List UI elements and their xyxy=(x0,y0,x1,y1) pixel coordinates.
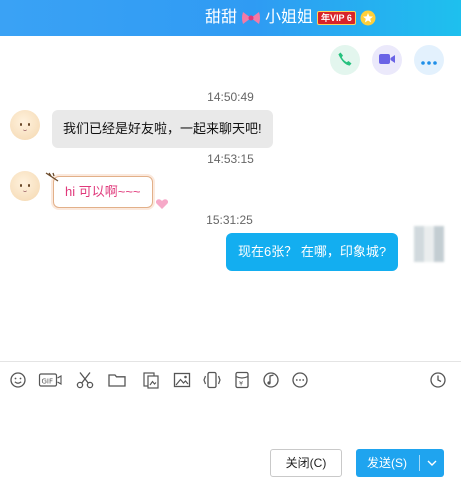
title-bar: 甜甜 小姐姐 年VIP 6 xyxy=(0,0,461,36)
contact-avatar[interactable] xyxy=(10,110,40,140)
emoji-icon[interactable] xyxy=(8,370,28,390)
window-shake-icon[interactable] xyxy=(202,370,222,390)
image-gallery-icon[interactable] xyxy=(141,370,161,390)
contact-title: 甜甜 小姐姐 年VIP 6 xyxy=(205,8,376,28)
message-timestamp: 14:53:15 xyxy=(207,152,254,166)
pink-bow-icon xyxy=(241,10,261,26)
heart-decoration-icon xyxy=(155,198,169,213)
svg-text:¥: ¥ xyxy=(239,380,243,388)
my-avatar[interactable] xyxy=(414,226,444,262)
close-button[interactable]: 关闭(C) xyxy=(270,449,342,477)
message-bubble-incoming[interactable]: 我们已经是好友啦，一起来聊天吧! xyxy=(52,110,273,148)
svg-text:GIF: GIF xyxy=(42,378,54,386)
more-dots-icon xyxy=(421,53,437,68)
message-input[interactable] xyxy=(0,396,461,444)
chevron-down-icon[interactable] xyxy=(420,449,444,477)
message-bubble-outgoing[interactable]: 现在6张？ 在哪，印象城? xyxy=(226,233,399,271)
picture-icon[interactable] xyxy=(172,370,192,390)
more-icon[interactable] xyxy=(290,370,310,390)
more-options-button[interactable] xyxy=(414,45,444,75)
bubble-decoration-icon xyxy=(45,170,59,185)
message-timestamp: 15:31:25 xyxy=(206,213,253,227)
vip-star-icon[interactable] xyxy=(360,10,376,26)
contact-name-part1: 甜甜 xyxy=(205,9,238,26)
phone-icon xyxy=(337,51,353,70)
folder-icon[interactable] xyxy=(107,370,127,390)
video-call-button[interactable] xyxy=(372,45,402,75)
video-camera-icon xyxy=(378,52,396,69)
scissors-icon[interactable] xyxy=(75,370,95,390)
contact-avatar[interactable] xyxy=(10,171,40,201)
input-divider xyxy=(0,361,461,362)
history-clock-icon[interactable] xyxy=(428,370,448,390)
gif-icon[interactable]: GIF xyxy=(38,370,62,390)
send-button-label[interactable]: 发送(S) xyxy=(356,449,418,477)
voice-call-button[interactable] xyxy=(330,45,360,75)
red-packet-icon[interactable]: ¥ xyxy=(232,370,252,390)
message-timestamp: 14:50:49 xyxy=(207,90,254,104)
music-icon[interactable] xyxy=(261,370,281,390)
vip-badge[interactable]: 年VIP 6 xyxy=(317,11,356,25)
contact-name-part2: 小姐姐 xyxy=(265,9,314,26)
send-button[interactable]: 发送(S) xyxy=(356,449,444,477)
message-bubble-incoming-decorated[interactable]: hi 可以啊~~~ xyxy=(53,176,153,208)
